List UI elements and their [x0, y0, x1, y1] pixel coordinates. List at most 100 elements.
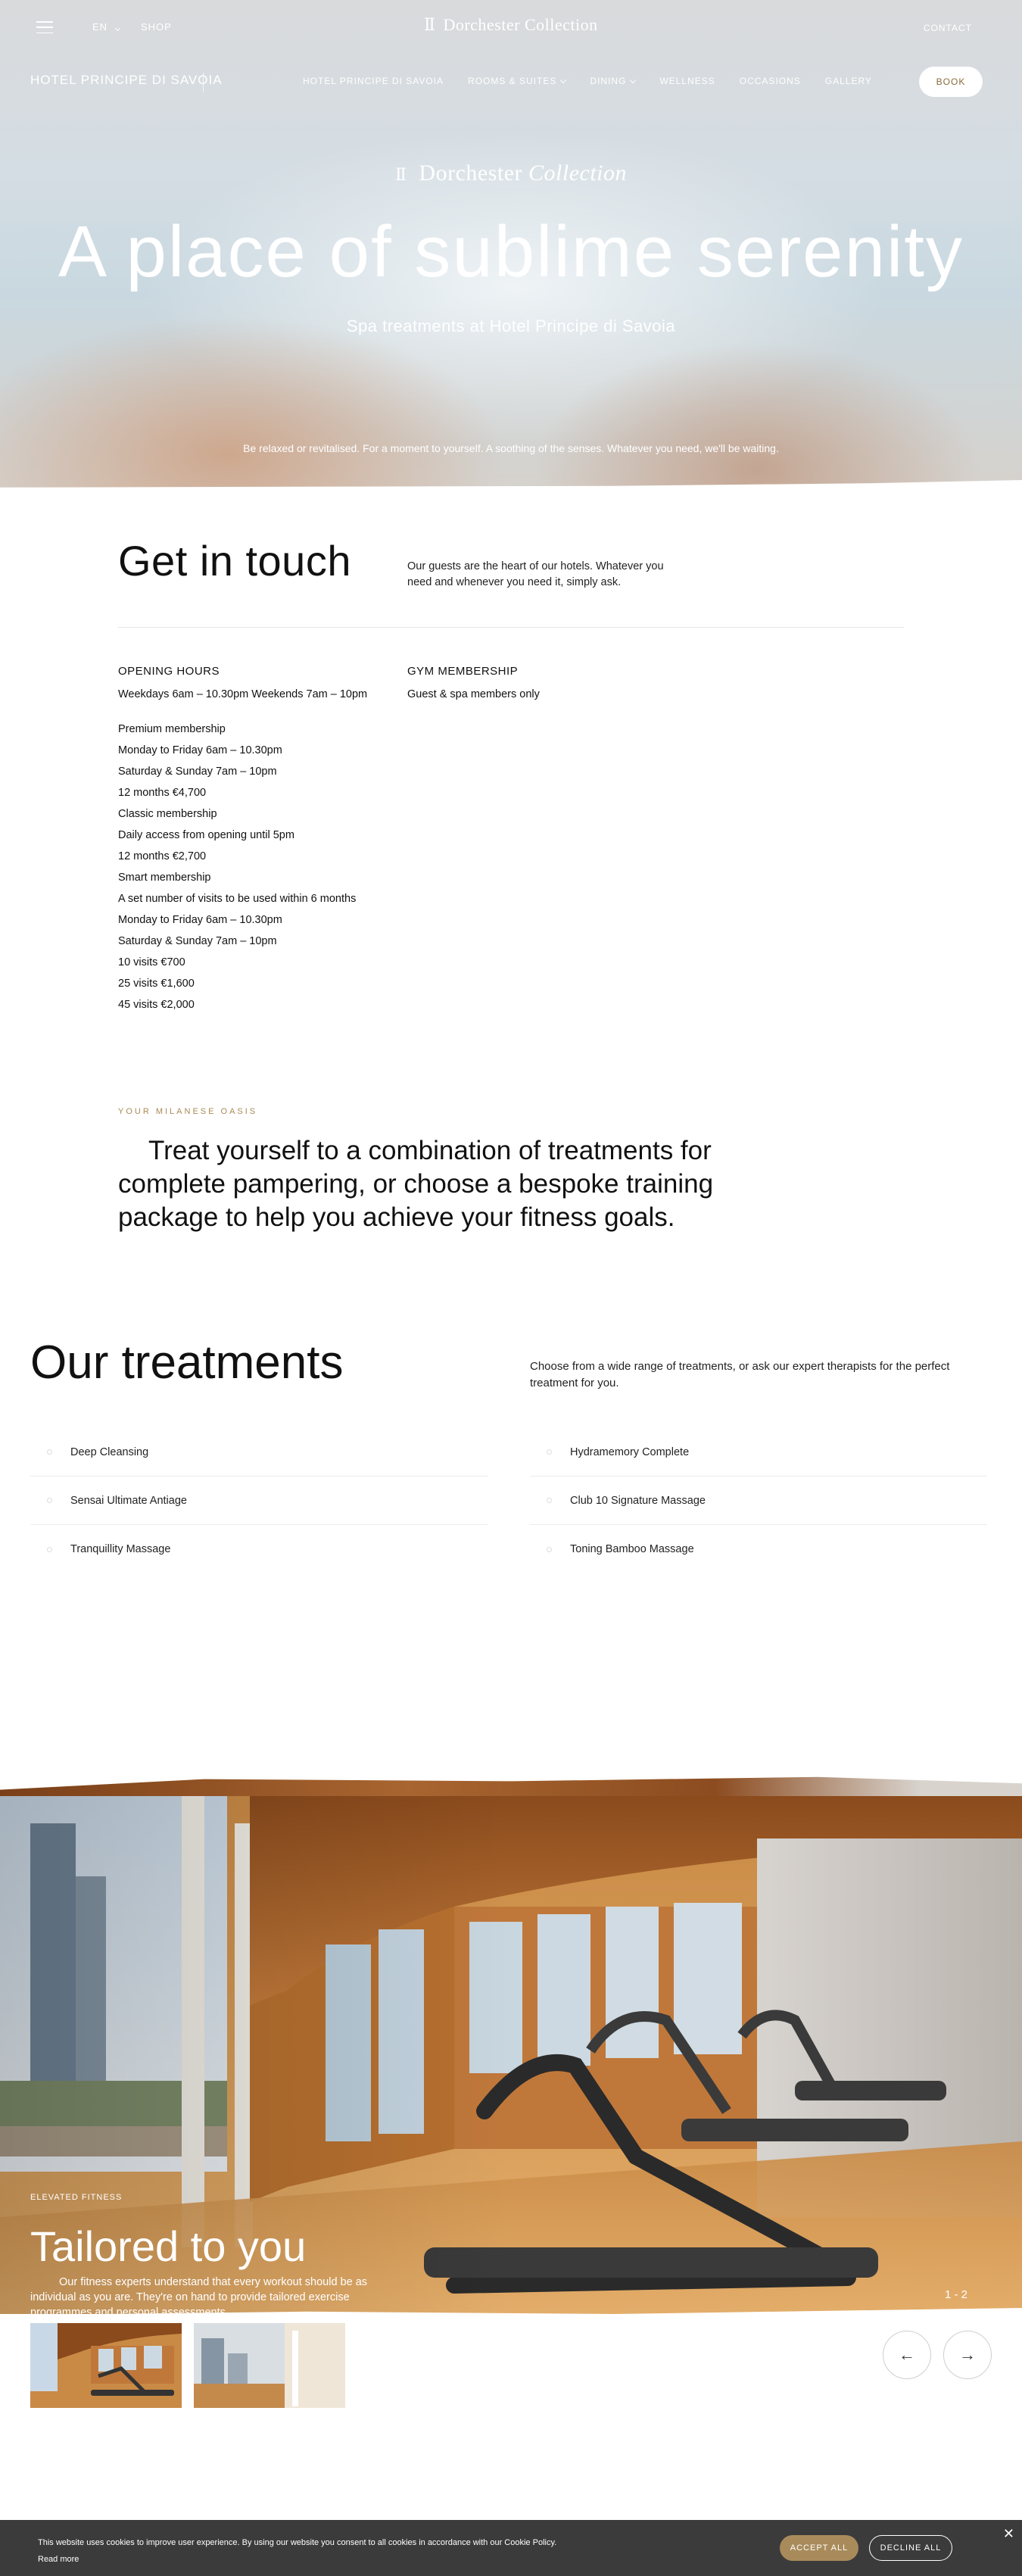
treatments-intro: Choose from a wide range of treatments, … [530, 1360, 950, 1389]
thumbnail-gym[interactable] [30, 2323, 182, 2408]
gym-membership: GYM MEMBERSHIP Guest & spa members only [407, 665, 695, 700]
nav-item-wellness[interactable]: WELLNESS [659, 76, 715, 86]
language-label: EN [92, 21, 108, 33]
nav-item-label: ROOMS & SUITES [468, 76, 557, 86]
hotel-name[interactable]: HOTEL PRINCIPE DI SAVOIA [30, 73, 223, 88]
chevron-down-icon [560, 76, 567, 83]
thumbnail-terrace[interactable] [194, 2323, 345, 2408]
opening-hours-line: Premium membership [118, 723, 226, 735]
treatment-label: Deep Cleansing [70, 1445, 149, 1458]
chevron-down-icon [630, 76, 637, 83]
treatments-title: Our treatments [30, 1336, 344, 1389]
contact-link[interactable]: CONTACT [924, 23, 972, 33]
hero-section: EN SHOP Ⅱ Dorchester Collection CONTACT … [0, 0, 1022, 489]
slide-text: Our fitness experts understand that ever… [30, 2276, 368, 2314]
contact-section: Get in touch Our guests are the heart of… [0, 489, 1022, 1102]
treatment-label: Club 10 Signature Massage [570, 1494, 706, 1507]
treatment-item[interactable]: Club 10 Signature Massage [530, 1477, 987, 1525]
gym-membership-heading: GYM MEMBERSHIP [407, 665, 519, 678]
read-more-link[interactable]: Read more [38, 2555, 79, 2564]
divider [118, 627, 904, 628]
bullet-icon [547, 1449, 552, 1455]
opening-hours-line: Saturday & Sunday 7am – 10pm [118, 766, 277, 778]
nav-item-dining[interactable]: DINING [590, 76, 637, 86]
treatment-item[interactable]: Toning Bamboo Massage [530, 1525, 987, 1573]
gym-photo: ELEVATED FITNESS Tailored to you Our fit… [0, 1793, 1022, 2314]
nav-item-rooms-suites[interactable]: ROOMS & SUITES [468, 76, 567, 86]
nav-item-hotel-principe-di-savoia[interactable]: HOTEL PRINCIPE DI SAVOIA [303, 76, 444, 86]
eyebrow: YOUR MILANESE OASIS [118, 1107, 258, 1116]
gallery-carousel: ELEVATED FITNESS Tailored to you Our fit… [0, 1775, 1022, 2408]
brush-divider [0, 1776, 1022, 1796]
brand-logo[interactable]: Ⅱ Dorchester Collection [424, 15, 598, 35]
next-slide-button[interactable]: → [943, 2331, 992, 2379]
hero-logo-main: Dorchester [419, 161, 523, 186]
opening-hours-line: Daily access from opening until 5pm [118, 829, 294, 841]
shop-link[interactable]: SHOP [141, 21, 172, 33]
dorchester-logo-icon: Ⅱ [394, 166, 407, 185]
section-intro: Our guests are the heart of our hotels. … [407, 560, 664, 588]
treatments-section: Our treatments Choose from a wide range … [0, 1336, 1022, 1775]
treatment-label: Hydramemory Complete [570, 1445, 690, 1458]
nav-item-gallery[interactable]: GALLERY [825, 76, 872, 86]
top-bar: EN SHOP Ⅱ Dorchester Collection CONTACT [0, 0, 1022, 56]
arrow-left-icon: ← [899, 2345, 915, 2364]
nav-item-label: OCCASIONS [739, 76, 801, 86]
opening-hours-summary: Weekdays 6am – 10.30pm Weekends 7am – 10… [118, 688, 368, 700]
hero-subtitle: Spa treatments at Hotel Principe di Savo… [346, 317, 676, 335]
dorchester-logo-icon: Ⅱ [424, 15, 436, 35]
main-nav: HOTEL PRINCIPE DI SAVOIA HOTEL PRINCIPE … [0, 62, 1022, 100]
terrace-thumbnail-image [194, 2323, 345, 2408]
treatments-list-right: Hydramemory Complete Club 10 Signature Ma… [530, 1428, 987, 1573]
opening-hours-line: Saturday & Sunday 7am – 10pm [118, 935, 277, 947]
section-title: Get in touch [118, 537, 351, 585]
accept-all-button[interactable]: ACCEPT ALL [780, 2535, 858, 2561]
nav-item-label: HOTEL PRINCIPE DI SAVOIA [303, 76, 444, 86]
opening-hours-line: 12 months €2,700 [118, 850, 207, 862]
chevron-down-icon [114, 25, 120, 32]
gym-thumbnail-image [30, 2323, 182, 2408]
oasis-section: YOUR MILANESE OASIS Treat yourself to a … [0, 1102, 1022, 1336]
language-selector[interactable]: EN [92, 21, 120, 33]
brush-divider [0, 480, 1022, 489]
gym-membership-text: Guest & spa members only [407, 688, 540, 700]
opening-hours-line: A set number of visits to be used within… [118, 893, 357, 905]
bullet-icon [47, 1546, 52, 1552]
nav-item-occasions[interactable]: OCCASIONS [740, 76, 801, 86]
opening-hours-line: 45 visits €2,000 [118, 999, 195, 1011]
nav-item-label: GALLERY [824, 76, 872, 86]
hero-title: A place of sublime serenity [58, 211, 964, 292]
slide-eyebrow: ELEVATED FITNESS [30, 2193, 123, 2202]
decline-all-button[interactable]: DECLINE ALL [869, 2535, 952, 2561]
treatment-label: Sensai Ultimate Antiage [70, 1494, 187, 1507]
opening-hours-line: 12 months €4,700 [118, 787, 207, 799]
slide-title: Tailored to you [30, 2222, 307, 2270]
hero-logo: Ⅱ Dorchester Collection [0, 161, 1022, 186]
book-button[interactable]: BOOK [919, 67, 983, 97]
bullet-icon [47, 1449, 52, 1455]
nav-item-label: WELLNESS [659, 76, 715, 86]
opening-hours-line: Classic membership [118, 808, 217, 820]
hero-logo-italic: Collection [528, 161, 628, 186]
oasis-statement: Treat yourself to a combination of treat… [118, 1136, 714, 1232]
opening-hours-list: Premium membership Monday to Friday 6am –… [118, 719, 398, 1015]
hamburger-menu-icon[interactable] [36, 21, 53, 33]
cookie-banner: This website uses cookies to improve use… [0, 2520, 1022, 2576]
opening-hours-line: Smart membership [118, 872, 211, 884]
nav-items: HOTEL PRINCIPE DI SAVOIA ROOMS & SUITES DI… [303, 76, 896, 86]
treatment-item[interactable]: Hydramemory Complete [530, 1428, 987, 1477]
nav-item-label: DINING [590, 76, 627, 86]
opening-hours-line: 25 visits €1,600 [118, 978, 195, 990]
hero-description: Be relaxed or revitalised. For a moment … [243, 442, 779, 454]
treatment-label: Tranquillity Massage [70, 1543, 171, 1555]
thumbnail-strip [30, 2323, 345, 2408]
close-icon[interactable]: ✕ [1003, 2526, 1014, 2542]
treatment-item[interactable]: Deep Cleansing [30, 1428, 488, 1477]
brand-logo-text: Dorchester Collection [443, 15, 598, 34]
opening-hours-line: 10 visits €700 [118, 956, 185, 968]
prev-slide-button[interactable]: ← [883, 2331, 931, 2379]
slide-counter: 1 - 2 [944, 2288, 967, 2301]
treatment-item[interactable]: Sensai Ultimate Antiage [30, 1477, 488, 1525]
opening-hours: OPENING HOURS Weekdays 6am – 10.30pm Wee… [118, 665, 398, 1015]
treatment-item[interactable]: Tranquillity Massage [30, 1525, 488, 1573]
